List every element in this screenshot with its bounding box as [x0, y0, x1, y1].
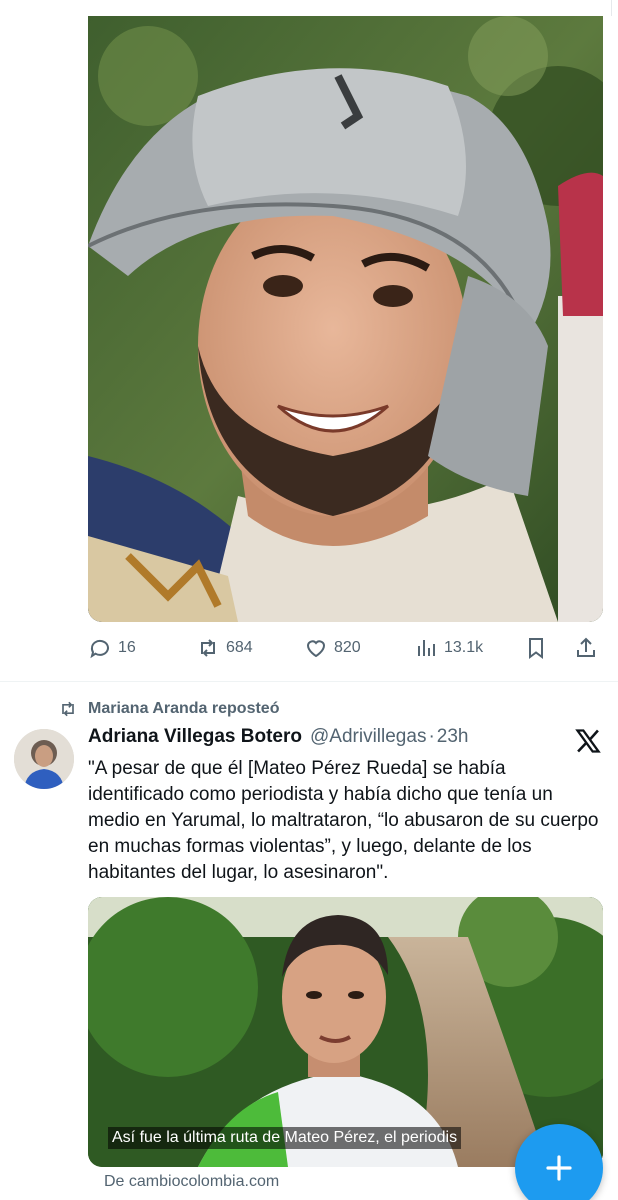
repost-context-label: Mariana Aranda reposteó	[88, 700, 280, 717]
like-button[interactable]: 820	[304, 634, 361, 662]
views-count: 13.1k	[444, 639, 484, 656]
views-button[interactable]: 13.1k	[414, 634, 483, 662]
tweet-photo-man-with-hat[interactable]	[88, 16, 603, 622]
speech-bubble-icon	[90, 639, 109, 659]
like-count: 820	[334, 639, 361, 656]
plus-icon	[546, 1155, 572, 1181]
tweet-action-bar: 16 684 820 13.1k	[88, 630, 603, 666]
repost-arrows-icon	[62, 701, 74, 717]
avatar-illustration	[14, 729, 74, 789]
heart-icon	[306, 640, 326, 658]
repost-arrows-icon	[201, 639, 215, 657]
link-card-caption: Así fue la última ruta de Mateo Pérez, e…	[108, 1127, 462, 1149]
bookmark-icon	[529, 638, 543, 659]
photo-illustration	[88, 16, 603, 622]
share-upload-icon	[577, 637, 595, 657]
x-logo-icon[interactable]	[574, 727, 602, 755]
link-card[interactable]: Así fue la última ruta de Mateo Pérez, e…	[88, 897, 603, 1167]
meta-separator: ·	[428, 726, 435, 747]
avatar[interactable]	[14, 729, 74, 789]
tweet-time[interactable]: 23h	[437, 726, 469, 748]
bookmark-button[interactable]	[524, 634, 548, 662]
author-name[interactable]: Adriana Villegas Botero	[88, 726, 302, 748]
tweet-divider	[0, 681, 618, 682]
repost-context[interactable]: Mariana Aranda reposteó	[58, 698, 279, 720]
tweet-author-line: Adriana Villegas Botero @Adrivillegas · …	[88, 726, 468, 752]
bar-chart-icon	[418, 640, 435, 656]
author-handle[interactable]: @Adrivillegas	[310, 726, 426, 748]
timeline-border	[611, 0, 612, 16]
tweet-text: "A pesar de que él [Mateo Pérez Rueda] s…	[88, 758, 599, 883]
reply-count: 16	[118, 639, 136, 656]
repost-count: 684	[226, 639, 253, 656]
top-divider-area	[0, 0, 618, 16]
share-button[interactable]	[574, 634, 598, 662]
repost-button[interactable]: 684	[196, 634, 253, 662]
reply-button[interactable]: 16	[88, 634, 136, 662]
link-source[interactable]: De cambiocolombia.com	[104, 1173, 279, 1191]
